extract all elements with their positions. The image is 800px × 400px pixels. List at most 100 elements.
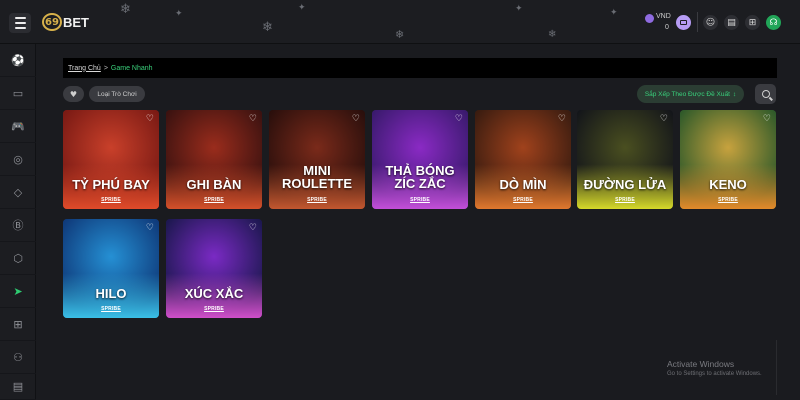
game-thumbnail xyxy=(166,110,262,209)
clipboard-icon[interactable]: ▤ xyxy=(724,15,739,30)
sidebar-item-coin[interactable]: Ⓑ xyxy=(0,209,36,242)
divider xyxy=(697,12,698,32)
heart-icon[interactable]: ♡ xyxy=(146,114,154,124)
sidebar-item-chip[interactable]: ◎ xyxy=(0,143,36,176)
sort-icon: ↕ xyxy=(732,90,737,98)
game-title: KENO xyxy=(709,177,747,192)
coin-icon: Ⓑ xyxy=(12,219,24,232)
favorites-filter-button[interactable]: ♥ xyxy=(63,86,84,102)
sidebar-item-soccer[interactable]: ⚽ xyxy=(0,44,36,77)
breadcrumb-separator: > xyxy=(103,64,108,72)
sidebar-item-monitor[interactable]: ▭ xyxy=(0,77,36,110)
logo[interactable]: 69 BET xyxy=(42,13,89,31)
game-provider: SPRIBE xyxy=(718,197,738,203)
game-provider: SPRIBE xyxy=(101,197,121,203)
send-icon: ➤ xyxy=(13,284,23,298)
currency-coin-icon xyxy=(645,14,654,23)
sidebar-item-gamepad[interactable]: 🎮 xyxy=(0,110,36,143)
gift-icon[interactable]: ⊞ xyxy=(745,15,760,30)
game-card[interactable]: ♡ DÒ MÌN SPRIBE xyxy=(475,110,571,209)
game-provider: SPRIBE xyxy=(307,197,327,203)
sort-label: Sắp Xếp Theo Được Đề Xuất xyxy=(644,90,730,98)
snowflake-icon: ✦ xyxy=(610,8,618,18)
game-title: DÒ MÌN xyxy=(499,177,547,192)
game-title: GHI BÀN xyxy=(186,177,242,192)
wallet-balance[interactable]: VND 0 xyxy=(645,12,673,36)
wallet-icon[interactable] xyxy=(676,15,691,30)
breadcrumb-home-link[interactable]: Trang Chủ xyxy=(68,65,101,72)
os-activation-subtitle: Go to Settings to activate Windows. xyxy=(667,371,762,377)
heart-icon[interactable]: ♡ xyxy=(558,114,566,124)
game-card[interactable]: ♡ THẢ BÓNG ZÍC ZẮC SPRIBE xyxy=(372,110,468,209)
game-thumbnail xyxy=(166,219,262,318)
snowflake-icon: ❄ xyxy=(262,20,273,35)
heart-icon[interactable]: ♡ xyxy=(660,114,668,124)
game-title: HILO xyxy=(95,286,127,301)
game-title: XÚC XẮC xyxy=(184,286,244,301)
game-title: THẢ BÓNG ZÍC ZẮC xyxy=(385,163,455,191)
os-activation-title: Activate Windows xyxy=(667,359,735,369)
snowflake-icon: ✦ xyxy=(175,9,183,19)
game-provider: SPRIBE xyxy=(513,197,533,203)
chip-icon: ◎ xyxy=(13,152,23,166)
monitor-icon: ▭ xyxy=(12,86,24,100)
game-card[interactable]: ♡ KENO SPRIBE xyxy=(680,110,776,209)
game-provider: SPRIBE xyxy=(204,197,224,203)
snowflake-icon: ❄ xyxy=(120,2,131,17)
sidebar-item-document[interactable]: ▤ xyxy=(0,374,36,400)
game-thumbnail xyxy=(269,110,365,209)
user-add-icon: ⚇ xyxy=(13,350,23,364)
game-card[interactable]: ♡ HILO SPRIBE xyxy=(63,219,159,318)
headset-icon[interactable]: ☊ xyxy=(766,15,781,30)
dice-icon: ⬡ xyxy=(13,251,23,265)
game-thumbnail xyxy=(63,219,159,318)
game-type-filter-button[interactable]: Loại Trò Chơi xyxy=(89,86,145,102)
game-card[interactable]: ♡ XÚC XẮC SPRIBE xyxy=(166,219,262,318)
sidebar-item-send[interactable]: ➤ xyxy=(0,275,36,308)
search-button[interactable] xyxy=(755,84,776,104)
logo-text: BET xyxy=(63,14,89,30)
game-title: ĐƯỜNG LỬA xyxy=(583,177,667,192)
game-thumbnail xyxy=(63,110,159,209)
game-title: TỶ PHÚ BAY xyxy=(72,177,150,192)
game-thumbnail xyxy=(680,110,776,209)
menu-icon[interactable] xyxy=(9,13,31,33)
currency-label: VND xyxy=(656,13,671,20)
gamepad-icon: 🎮 xyxy=(11,119,25,133)
game-card[interactable]: ♡ ĐƯỜNG LỬA SPRIBE xyxy=(577,110,673,209)
sidebar-item-gift[interactable]: ⊞ xyxy=(0,308,36,341)
snowflake-icon: ✦ xyxy=(298,3,306,13)
sidebar-item-dice[interactable]: ⬡ xyxy=(0,242,36,275)
document-icon: ▤ xyxy=(12,380,24,393)
game-card[interactable]: ♡ TỶ PHÚ BAY SPRIBE xyxy=(63,110,159,209)
game-thumbnail xyxy=(577,110,673,209)
heart-icon[interactable]: ♡ xyxy=(249,223,257,233)
sidebar-item-diamond[interactable]: ◇ xyxy=(0,176,36,209)
avatar-icon[interactable]: ☺ xyxy=(703,15,718,30)
snowflake-icon: ❄ xyxy=(395,28,405,41)
heart-icon[interactable]: ♡ xyxy=(455,114,463,124)
heart-icon[interactable]: ♡ xyxy=(763,114,771,124)
snowflake-icon: ❄ xyxy=(548,29,557,40)
logo-mark: 69 xyxy=(42,13,62,31)
heart-icon[interactable]: ♡ xyxy=(249,114,257,124)
game-thumbnail xyxy=(372,110,468,209)
game-provider: SPRIBE xyxy=(204,306,224,312)
gift-icon: ⊞ xyxy=(13,317,23,331)
heart-icon[interactable]: ♡ xyxy=(146,223,154,233)
sidebar-item-user-add[interactable]: ⚇ xyxy=(0,341,36,374)
game-title: MINI ROULETTE xyxy=(281,163,353,191)
heart-icon: ♥ xyxy=(69,89,78,99)
game-provider: SPRIBE xyxy=(615,197,635,203)
snowflake-icon: ✦ xyxy=(515,4,523,14)
balance-value: 0 xyxy=(665,24,669,31)
game-provider: SPRIBE xyxy=(410,197,430,203)
game-card[interactable]: ♡ MINI ROULETTE SPRIBE xyxy=(269,110,365,209)
game-card[interactable]: ♡ GHI BÀN SPRIBE xyxy=(166,110,262,209)
breadcrumb-current: Game Nhanh xyxy=(110,64,153,72)
sort-button[interactable]: Sắp Xếp Theo Được Đề Xuất ↕ xyxy=(637,85,744,103)
heart-icon[interactable]: ♡ xyxy=(352,114,360,124)
sidebar: ⚽ ▭ 🎮 ◎ ◇ Ⓑ ⬡ ➤ ⊞ ⚇ ▤ xyxy=(0,44,36,400)
game-thumbnail xyxy=(475,110,571,209)
breadcrumb: Trang Chủ > Game Nhanh xyxy=(63,58,777,78)
